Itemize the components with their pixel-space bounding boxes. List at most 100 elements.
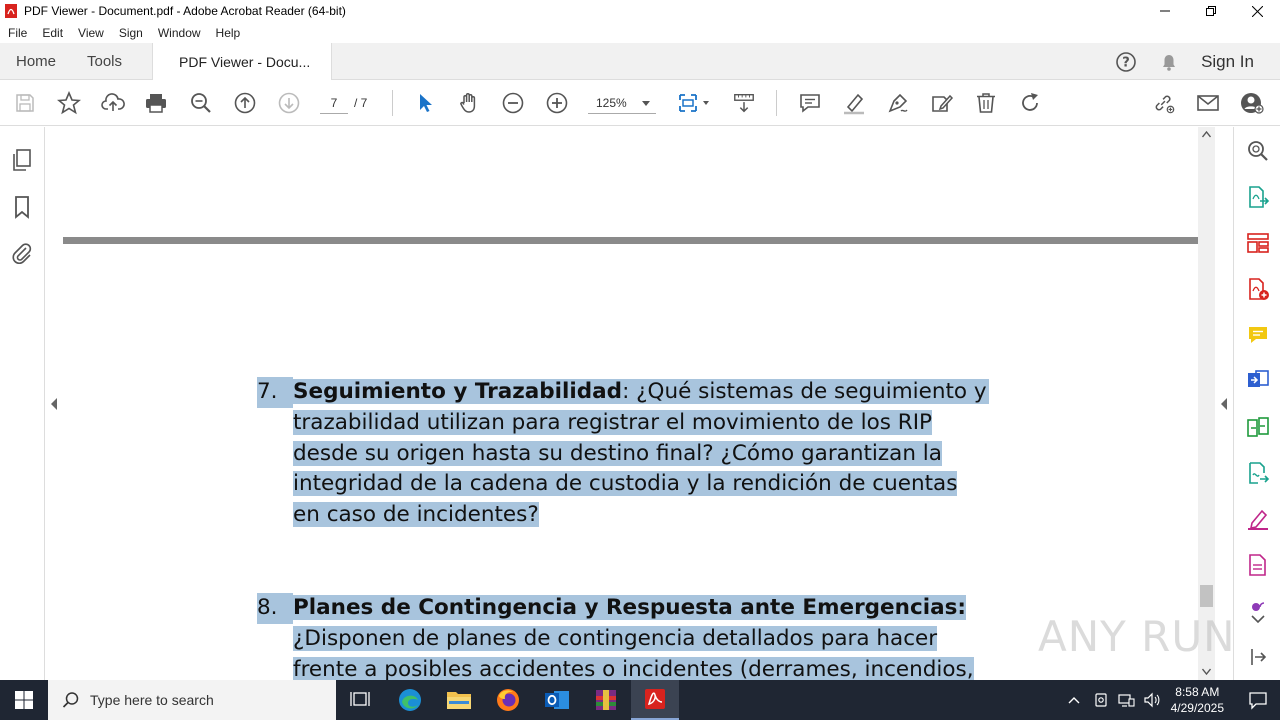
windows-start-button[interactable] bbox=[0, 680, 48, 720]
zoom-level-select[interactable]: 125% bbox=[588, 92, 656, 114]
draw-freehand-icon[interactable] bbox=[886, 91, 910, 115]
organize-pages-icon[interactable] bbox=[1246, 231, 1270, 260]
main-toolbar: 7 / 7 125% bbox=[0, 80, 1280, 126]
item-7-title: Seguimiento y Trazabilidad bbox=[293, 379, 623, 404]
zoom-in-icon[interactable] bbox=[545, 91, 569, 115]
comment-tool-icon[interactable] bbox=[1246, 323, 1270, 352]
svg-text:?: ? bbox=[1122, 55, 1130, 70]
next-page-icon[interactable] bbox=[277, 91, 301, 115]
menu-file[interactable]: File bbox=[8, 26, 27, 40]
page-fit-icon[interactable] bbox=[676, 91, 712, 115]
tab-document[interactable]: PDF Viewer - Docu... bbox=[152, 43, 332, 81]
page-thumbnails-icon[interactable] bbox=[11, 148, 33, 177]
task-view-button[interactable] bbox=[336, 680, 384, 720]
zoom-out-search-icon[interactable] bbox=[189, 91, 213, 115]
select-cursor-icon[interactable] bbox=[413, 91, 437, 115]
attachment-paperclip-icon[interactable] bbox=[11, 241, 33, 270]
item-8-line-2: frente a posibles accidentes o incidente… bbox=[293, 656, 974, 680]
print-icon[interactable] bbox=[144, 91, 168, 115]
rotate-icon[interactable] bbox=[1018, 91, 1042, 115]
export-pdf-icon[interactable] bbox=[1246, 185, 1270, 214]
previous-page-icon[interactable] bbox=[233, 91, 257, 115]
watermark-logo: ANY RUN bbox=[1038, 612, 1236, 661]
chevron-up-icon[interactable] bbox=[1067, 695, 1081, 705]
tab-tools[interactable]: Tools bbox=[87, 43, 122, 80]
page-number-input[interactable]: 7 bbox=[320, 92, 348, 114]
volume-icon[interactable] bbox=[1143, 692, 1161, 708]
save-icon[interactable] bbox=[13, 91, 37, 115]
taskbar-search-box[interactable]: Type here to search bbox=[48, 680, 336, 720]
search-zoom-icon[interactable] bbox=[1246, 139, 1270, 168]
combine-files-icon[interactable] bbox=[1246, 369, 1270, 398]
taskbar-edge[interactable] bbox=[386, 680, 434, 720]
left-panel-toggle[interactable] bbox=[45, 127, 63, 680]
share-link-icon[interactable] bbox=[1152, 91, 1176, 115]
right-panel-toggle[interactable] bbox=[1215, 127, 1233, 680]
compare-files-icon[interactable] bbox=[1246, 415, 1270, 444]
add-user-icon[interactable] bbox=[1240, 91, 1264, 115]
menu-help[interactable]: Help bbox=[216, 26, 241, 40]
vertical-scrollbar[interactable] bbox=[1198, 127, 1215, 680]
minimize-button[interactable] bbox=[1142, 0, 1188, 22]
taskbar-outlook[interactable] bbox=[533, 680, 581, 720]
bookmark-icon[interactable] bbox=[11, 195, 33, 224]
create-pdf-icon[interactable] bbox=[1246, 277, 1270, 306]
scrollbar-thumb[interactable] bbox=[1200, 585, 1213, 607]
send-for-signature-icon[interactable] bbox=[1246, 461, 1270, 490]
toolbar-divider bbox=[776, 90, 777, 116]
restore-button[interactable] bbox=[1188, 0, 1234, 22]
taskbar-winrar[interactable] bbox=[582, 680, 630, 720]
zoom-out-icon[interactable] bbox=[501, 91, 525, 115]
menu-sign[interactable]: Sign bbox=[119, 26, 143, 40]
clock-date: 4/29/2025 bbox=[1170, 701, 1224, 715]
help-icon[interactable]: ? bbox=[1115, 51, 1137, 73]
comment-icon[interactable] bbox=[798, 91, 822, 115]
item-8-line-1: ¿Disponen de planes de contingencia deta… bbox=[293, 625, 938, 651]
tab-home[interactable]: Home bbox=[16, 43, 56, 80]
taskbar-file-explorer[interactable] bbox=[435, 680, 483, 720]
device-icon[interactable] bbox=[1093, 692, 1109, 708]
chevron-down-icon bbox=[642, 101, 650, 106]
firefox-icon bbox=[497, 689, 519, 711]
delete-trash-icon[interactable] bbox=[974, 91, 998, 115]
scroll-down-arrow-icon[interactable] bbox=[1202, 668, 1211, 675]
menu-bar: File Edit View Sign Window Help bbox=[0, 22, 1280, 43]
edit-pdf-icon[interactable] bbox=[1246, 553, 1270, 582]
notification-center-button[interactable] bbox=[1248, 690, 1268, 715]
bell-icon[interactable] bbox=[1159, 52, 1179, 72]
notification-icon bbox=[1249, 692, 1267, 710]
network-icon[interactable] bbox=[1117, 692, 1135, 708]
page-separator bbox=[63, 237, 1198, 244]
menu-window[interactable]: Window bbox=[158, 26, 201, 40]
email-icon[interactable] bbox=[1196, 91, 1220, 115]
zoom-level-value: 125% bbox=[596, 96, 627, 110]
close-button[interactable] bbox=[1234, 0, 1280, 22]
search-icon bbox=[62, 692, 79, 708]
tab-bar: Home Tools PDF Viewer - Docu... ? Sign I… bbox=[0, 43, 1280, 81]
star-icon[interactable] bbox=[57, 91, 81, 115]
hand-tool-icon[interactable] bbox=[457, 91, 481, 115]
taskbar-firefox[interactable] bbox=[484, 680, 532, 720]
document-view[interactable]: 7. Seguimiento y Trazabilidad: ¿Qué sist… bbox=[63, 127, 1198, 680]
search-placeholder: Type here to search bbox=[90, 692, 214, 708]
upload-cloud-icon[interactable] bbox=[101, 91, 125, 115]
taskbar-acrobat-reader[interactable] bbox=[631, 680, 679, 720]
menu-view[interactable]: View bbox=[78, 26, 104, 40]
page-total: / 7 bbox=[354, 96, 368, 110]
sign-in-button[interactable]: Sign In bbox=[1201, 52, 1254, 72]
item-8-title: Planes de Contingencia y Respuesta ante … bbox=[293, 595, 966, 620]
system-clock[interactable]: 8:58 AM 4/29/2025 bbox=[1171, 684, 1224, 716]
scroll-mode-icon[interactable] bbox=[732, 91, 756, 115]
scroll-up-arrow-icon[interactable] bbox=[1202, 131, 1211, 138]
outlook-icon bbox=[545, 691, 569, 709]
clock-time: 8:58 AM bbox=[1175, 685, 1220, 699]
fill-and-sign-icon[interactable] bbox=[1246, 507, 1270, 536]
collapse-panel-icon[interactable] bbox=[1246, 645, 1270, 674]
menu-edit[interactable]: Edit bbox=[42, 26, 63, 40]
highlight-pen-icon[interactable] bbox=[842, 91, 866, 115]
window-title: PDF Viewer - Document.pdf - Adobe Acroba… bbox=[24, 4, 346, 18]
edge-browser-icon bbox=[399, 689, 421, 711]
fill-sign-icon[interactable] bbox=[930, 91, 954, 115]
item-7-line-1: : ¿Qué sistemas de seguimiento y bbox=[622, 379, 987, 404]
chevron-down-icon[interactable] bbox=[1246, 613, 1270, 632]
